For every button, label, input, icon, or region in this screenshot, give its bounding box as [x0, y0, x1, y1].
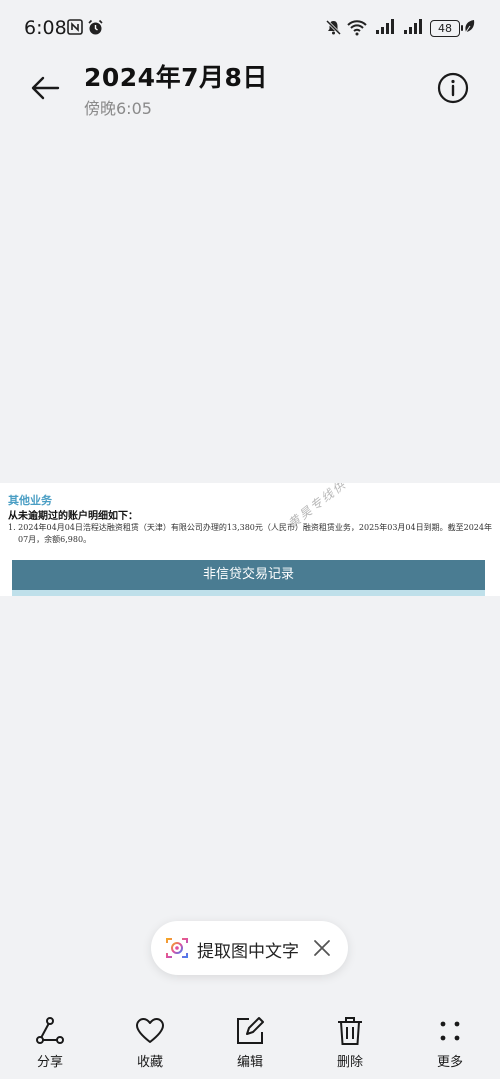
alarm-icon [88, 19, 103, 35]
share-icon [36, 1017, 64, 1044]
mute-icon [325, 19, 342, 36]
detail-line-2: 07月，余额6,980。 [18, 535, 92, 544]
signal-icon-2 [404, 19, 422, 34]
back-button[interactable] [28, 70, 64, 106]
more-label: 更多 [436, 1055, 463, 1070]
record-bar: 非信贷交易记录 [12, 560, 485, 590]
heart-icon [136, 1018, 164, 1043]
info-button[interactable] [436, 71, 470, 105]
photo-image[interactable]: 其他业务 从未逾期过的账户明细如下： 1. 2024年04月04日浩程达融资租赁… [0, 483, 500, 596]
extract-text-label: 提取图中文字 [197, 942, 299, 962]
page-title: 2024年7月8日 [84, 63, 268, 92]
more-dots-icon [440, 1021, 460, 1041]
status-bar: 6:08 48 [0, 0, 500, 56]
more-button[interactable]: 更多 [420, 1016, 480, 1070]
ocr-scan-icon [166, 938, 188, 958]
edit-icon [237, 1017, 264, 1044]
delete-button[interactable]: 删除 [320, 1016, 380, 1070]
delete-label: 删除 [336, 1055, 363, 1070]
wifi-icon [347, 20, 367, 36]
close-icon[interactable] [311, 937, 333, 959]
leaf-icon [465, 20, 475, 33]
edit-button[interactable]: 编辑 [220, 1016, 280, 1070]
edit-label: 编辑 [236, 1055, 263, 1070]
account-detail: 1. 2024年04月04日浩程达融资租赁（天津）有限公司办理的13,380元（… [8, 522, 492, 546]
nfc-icon [67, 19, 83, 35]
favorite-button[interactable]: 收藏 [120, 1016, 180, 1070]
section-title: 其他业务 [8, 494, 52, 507]
record-bar-underline [12, 590, 485, 596]
favorite-label: 收藏 [136, 1055, 163, 1070]
battery-indicator: 48 [430, 20, 463, 37]
detail-line-1: 1. 2024年04月04日浩程达融资租赁（天津）有限公司办理的13,380元（… [8, 523, 492, 532]
trash-icon [338, 1017, 362, 1045]
share-label: 分享 [36, 1055, 63, 1070]
signal-icon [376, 19, 394, 34]
section-subtitle: 从未逾期过的账户明细如下： [8, 511, 138, 522]
status-time: 6:08 [24, 17, 67, 39]
page-subtitle: 傍晚6:05 [84, 99, 152, 118]
extract-text-pill[interactable]: 提取图中文字 [151, 921, 348, 975]
share-button[interactable]: 分享 [20, 1016, 80, 1070]
